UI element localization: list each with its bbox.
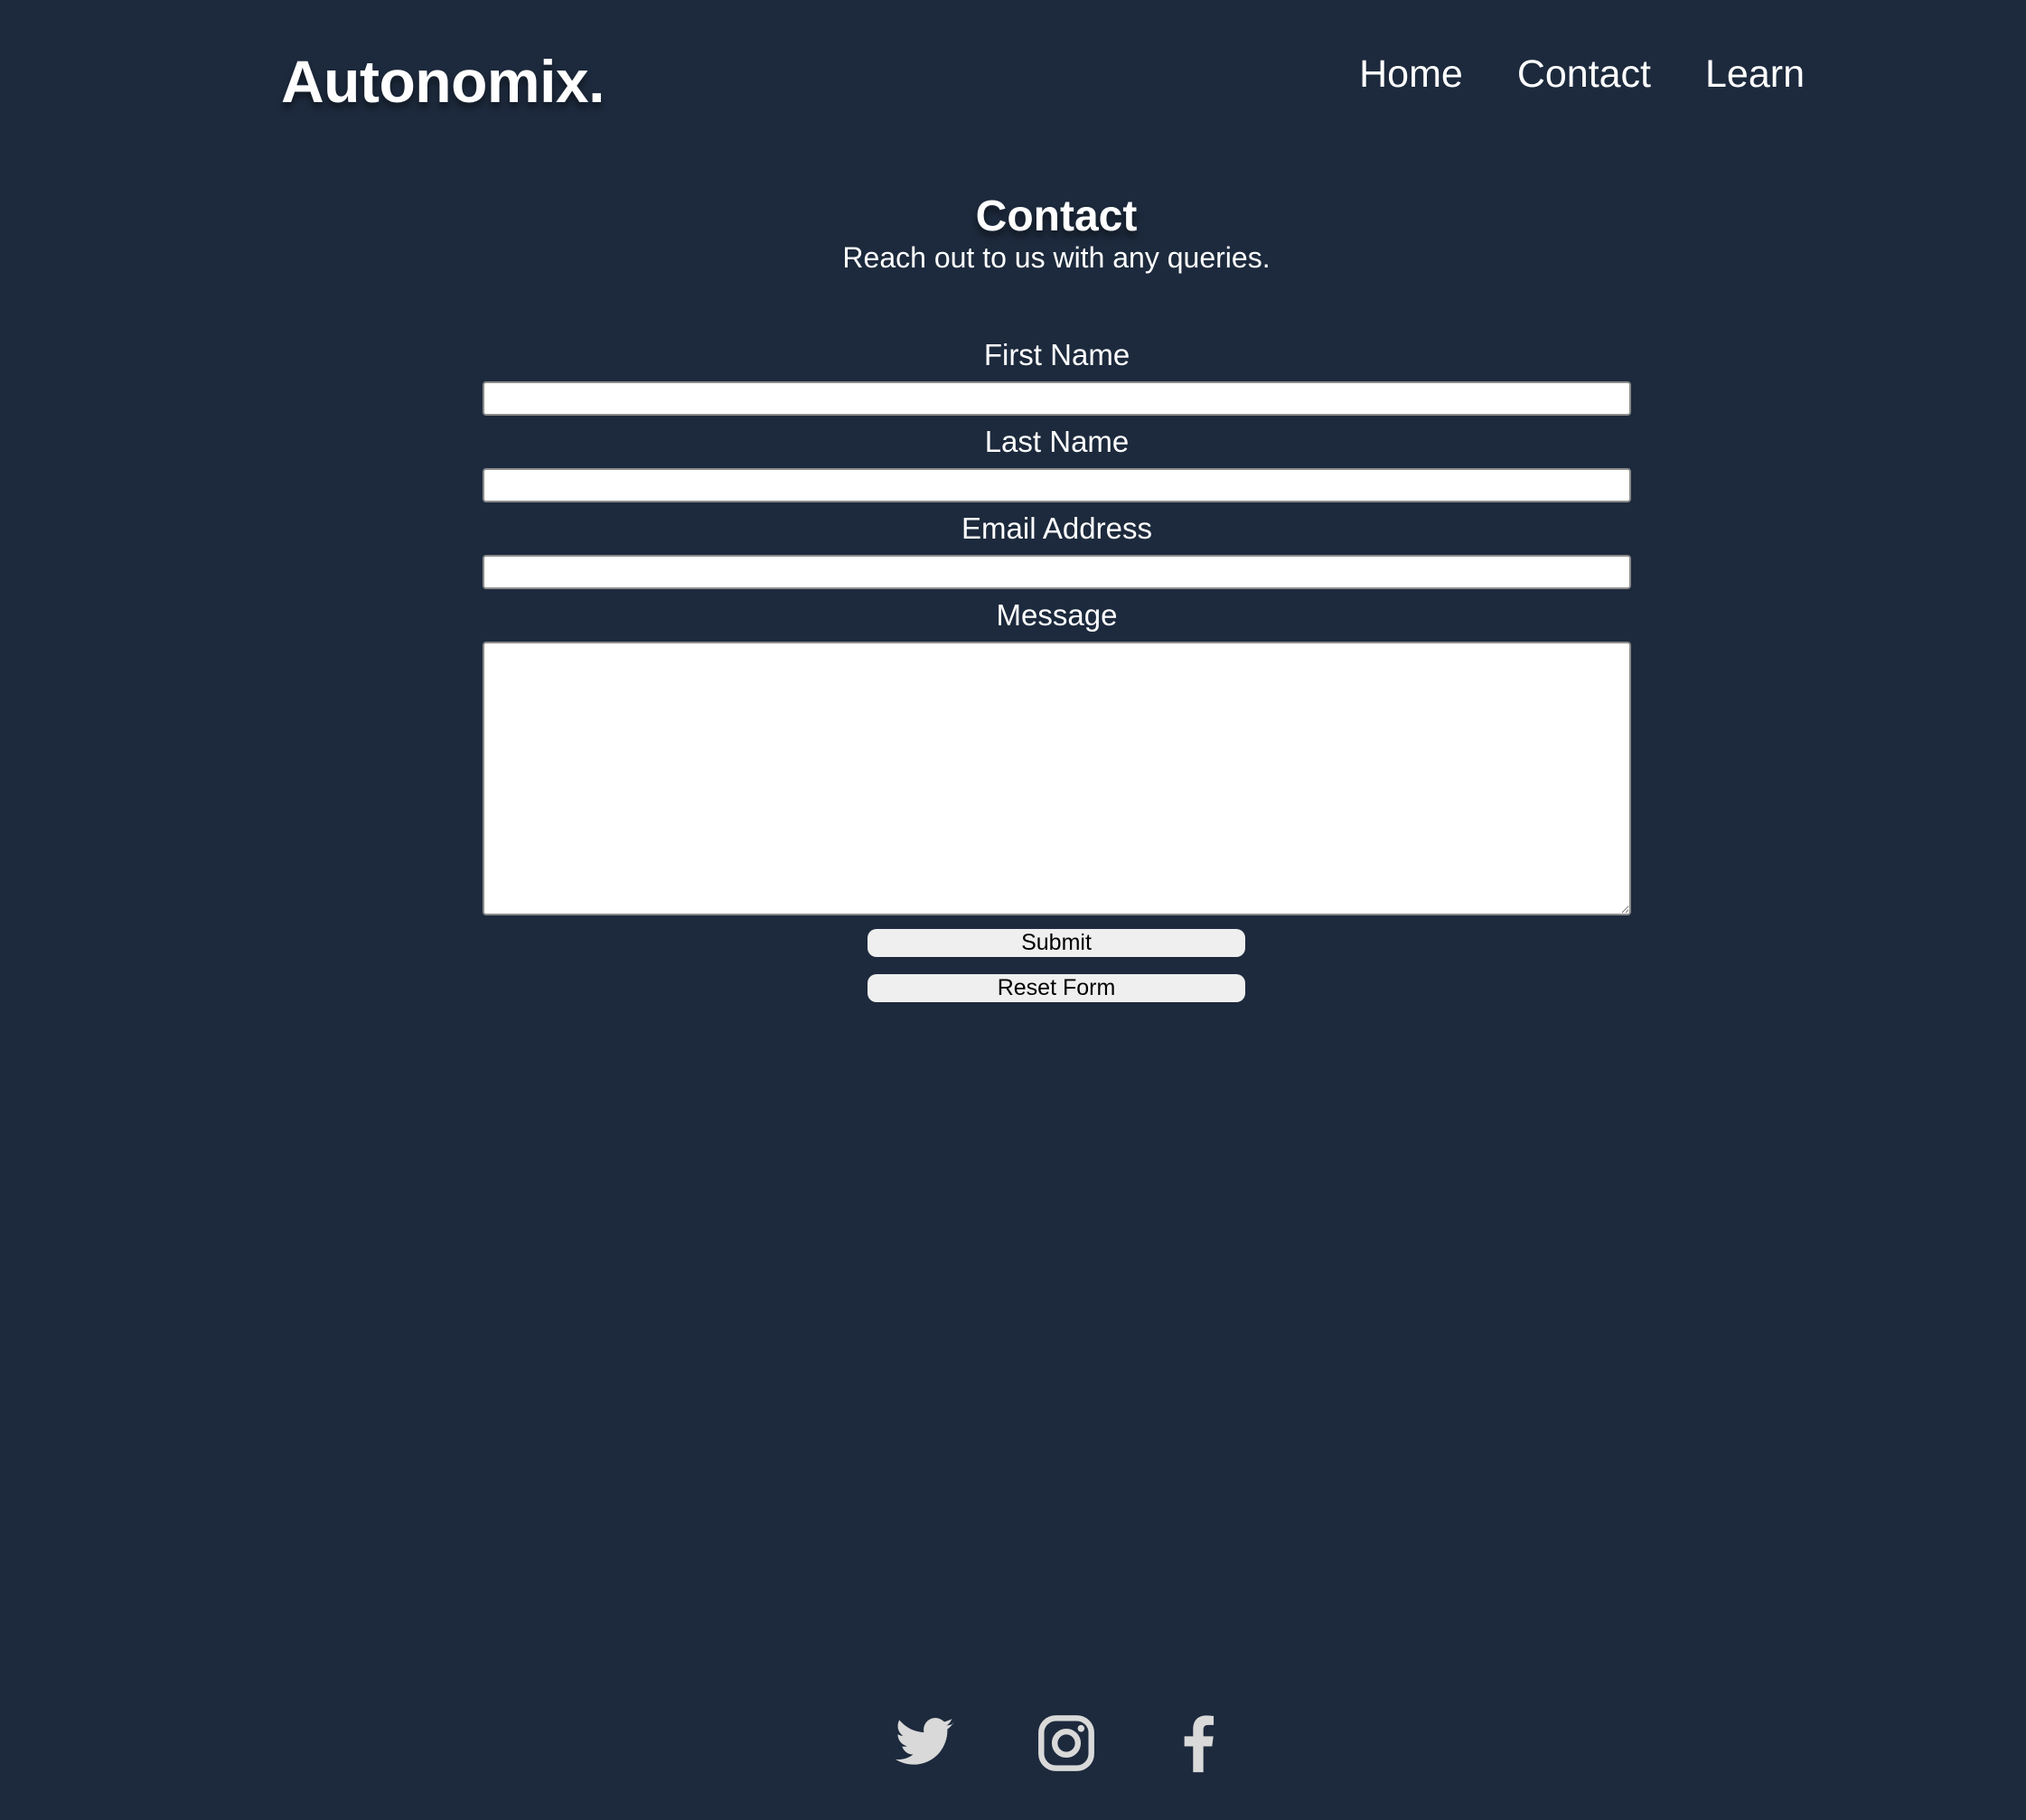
nav-link-learn[interactable]: Learn: [1705, 52, 1805, 97]
email-input[interactable]: [483, 555, 1631, 589]
message-textarea[interactable]: [483, 642, 1631, 915]
site-logo[interactable]: Autonomix.: [281, 47, 605, 116]
facebook-icon[interactable]: [1168, 1712, 1231, 1775]
instagram-icon[interactable]: [1035, 1712, 1098, 1775]
last-name-label: Last Name: [984, 425, 1130, 458]
first-name-input[interactable]: [483, 381, 1631, 416]
nav-link-contact[interactable]: Contact: [1517, 52, 1651, 97]
contact-form: First Name Last Name Email Address Messa…: [483, 336, 1631, 915]
main-nav: Home Contact Learn: [1359, 52, 1805, 97]
email-label: Email Address: [961, 511, 1152, 545]
page-subtitle: Reach out to us with any queries.: [842, 241, 1271, 274]
social-links: [0, 1712, 2026, 1775]
reset-form-button[interactable]: Reset Form: [868, 974, 1245, 1002]
first-name-label: First Name: [983, 338, 1130, 371]
nav-link-home[interactable]: Home: [1359, 52, 1463, 97]
last-name-input[interactable]: [483, 468, 1631, 502]
submit-button[interactable]: Submit: [868, 929, 1245, 957]
message-label: Message: [996, 598, 1118, 632]
twitter-icon[interactable]: [893, 1712, 956, 1775]
page-title: Contact: [975, 192, 1138, 240]
